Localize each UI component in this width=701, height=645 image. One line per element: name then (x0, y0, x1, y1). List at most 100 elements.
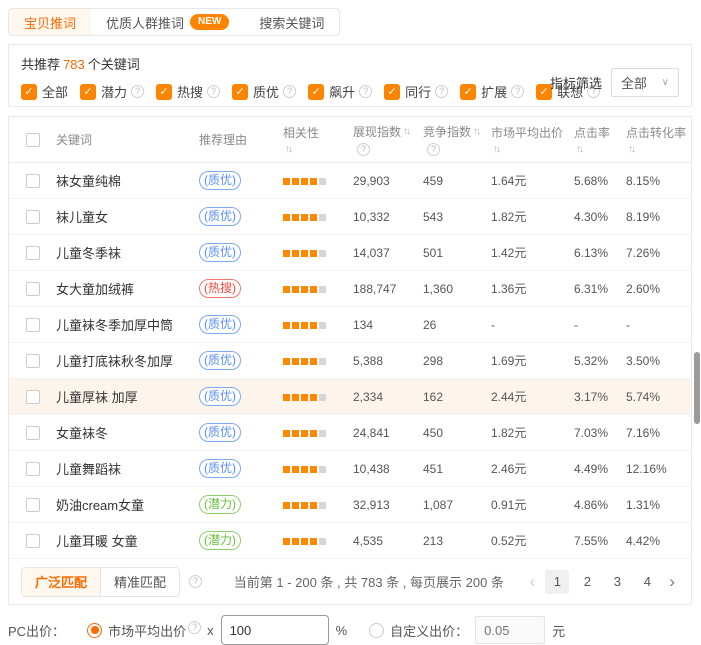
row-checkbox[interactable] (26, 426, 40, 440)
help-icon[interactable]: ? (511, 85, 524, 98)
page-number-3[interactable]: 3 (605, 570, 629, 594)
table-row-8[interactable]: 女童袜冬(质优)24,8414501.82元7.03%7.16% (9, 415, 691, 451)
column-header-avg-bid[interactable]: 市场平均出价↑↓ (491, 124, 574, 155)
filter-checkbox-item-3[interactable]: ✓热搜? (156, 82, 220, 101)
row-checkbox[interactable] (26, 210, 40, 224)
competition-cell: 1,360 (423, 282, 491, 296)
select-all-checkbox[interactable] (26, 133, 40, 147)
filter-checkbox-item-7[interactable]: ✓扩展? (460, 82, 524, 101)
table-header-row: 关键词推荐理由相关性↑↓展现指数↑↓?竞争指数↑↓?市场平均出价↑↓点击率↑↓点… (9, 117, 691, 163)
table-row-5[interactable]: 儿童袜冬季加厚中筒(质优)13426--- (9, 307, 691, 343)
row-checkbox[interactable] (26, 318, 40, 332)
sort-icon[interactable]: ↑↓ (493, 144, 574, 155)
impressions-cell: 32,913 (353, 498, 423, 512)
reason-badge: (质优) (199, 243, 241, 262)
relevance-bar (301, 250, 308, 257)
match-mode-help-icon[interactable]: ? (189, 575, 202, 588)
page-number-4[interactable]: 4 (635, 570, 659, 594)
table-row-7[interactable]: 儿童厚袜 加厚(质优)2,3341622.44元3.17%5.74% (9, 379, 691, 415)
row-checkbox[interactable] (26, 390, 40, 404)
metric-filter-select[interactable]: 全部 ∨ (611, 68, 679, 97)
market-avg-bid-radio[interactable] (87, 623, 102, 638)
custom-bid-input[interactable] (475, 616, 545, 644)
table-row-3[interactable]: 儿童冬季袜(质优)14,0375011.42元6.13%7.26% (9, 235, 691, 271)
custom-bid-radio[interactable] (369, 623, 384, 638)
help-icon[interactable]: ? (283, 85, 296, 98)
avg-bid-cell: 1.82元 (491, 424, 574, 441)
sort-icon[interactable]: ↑↓ (473, 126, 479, 137)
filter-checkbox-item-5[interactable]: ✓飙升? (308, 82, 372, 101)
page-number-2[interactable]: 2 (575, 570, 599, 594)
page-number-1[interactable]: 1 (545, 570, 569, 594)
relevance-bars-icon (283, 502, 326, 509)
help-icon[interactable]: ? (357, 143, 370, 156)
checked-checkbox-icon[interactable]: ✓ (460, 84, 476, 100)
competition-cell: 459 (423, 174, 491, 188)
checked-checkbox-icon[interactable]: ✓ (308, 84, 324, 100)
column-header-relevance[interactable]: 相关性↑↓ (283, 124, 353, 155)
table-row-9[interactable]: 儿童舞蹈袜(质优)10,4384512.46元4.49%12.16% (9, 451, 691, 487)
row-checkbox[interactable] (26, 354, 40, 368)
checked-checkbox-icon[interactable]: ✓ (156, 84, 172, 100)
sort-icon[interactable]: ↑↓ (285, 144, 353, 155)
competition-cell: 1,087 (423, 498, 491, 512)
match-mode-button-2[interactable]: 精准匹配 (100, 567, 180, 597)
reason-cell: (潜力) (199, 531, 283, 550)
avg-bid-cell: 1.64元 (491, 172, 574, 189)
reason-cell: (质优) (199, 423, 283, 442)
tab-2[interactable]: 优质人群推词NEW (91, 9, 244, 35)
row-checkbox-cell (9, 498, 56, 512)
filter-checkbox-item-1[interactable]: ✓全部 (21, 82, 68, 101)
column-header-competition[interactable]: 竞争指数↑↓? (423, 123, 491, 156)
next-page-icon[interactable]: › (665, 573, 679, 590)
market-avg-bid-help-icon[interactable]: ? (188, 621, 201, 634)
reason-badge: (潜力) (199, 531, 241, 550)
row-checkbox[interactable] (26, 282, 40, 296)
column-header-impressions[interactable]: 展现指数↑↓? (353, 123, 423, 156)
row-checkbox[interactable] (26, 498, 40, 512)
checked-checkbox-icon[interactable]: ✓ (232, 84, 248, 100)
bid-percent-input[interactable] (221, 615, 329, 645)
help-icon[interactable]: ? (435, 85, 448, 98)
scrollbar-thumb[interactable] (694, 352, 700, 424)
column-header-cvr[interactable]: 点击转化率↑↓ (626, 124, 691, 155)
filter-checkbox-item-2[interactable]: ✓潜力? (80, 82, 144, 101)
filter-checkbox-item-6[interactable]: ✓同行? (384, 82, 448, 101)
keyword-cell: 儿童舞蹈袜 (56, 459, 199, 478)
checked-checkbox-icon[interactable]: ✓ (80, 84, 96, 100)
help-icon[interactable]: ? (427, 143, 440, 156)
relevance-cell (283, 210, 353, 224)
help-icon[interactable]: ? (359, 85, 372, 98)
relevance-bar (310, 250, 317, 257)
tab-3[interactable]: 搜索关键词 (244, 9, 339, 35)
impressions-cell: 134 (353, 318, 423, 332)
row-checkbox[interactable] (26, 462, 40, 476)
help-icon[interactable]: ? (207, 85, 220, 98)
tab-1[interactable]: 宝贝推词 (9, 9, 91, 35)
table-row-1[interactable]: 袜女童纯棉(质优)29,9034591.64元5.68%8.15% (9, 163, 691, 199)
row-checkbox[interactable] (26, 174, 40, 188)
reason-badge: (质优) (199, 207, 241, 226)
help-icon[interactable]: ? (131, 85, 144, 98)
match-mode-button-1[interactable]: 广泛匹配 (21, 567, 101, 597)
filter-checkbox-item-4[interactable]: ✓质优? (232, 82, 296, 101)
column-header-ctr[interactable]: 点击率↑↓ (574, 124, 626, 155)
relevance-bar (283, 286, 290, 293)
summary-prefix: 共推荐 (21, 57, 60, 72)
table-row-6[interactable]: 儿童打底袜秋冬加厚(质优)5,3882981.69元5.32%3.50% (9, 343, 691, 379)
sort-icon[interactable]: ↑↓ (403, 126, 409, 137)
table-row-10[interactable]: 奶油cream女童(潜力)32,9131,0870.91元4.86%1.31% (9, 487, 691, 523)
reason-cell: (质优) (199, 171, 283, 190)
prev-page-icon[interactable]: ‹ (526, 573, 540, 590)
relevance-bar (292, 178, 299, 185)
sort-icon[interactable]: ↑↓ (576, 144, 626, 155)
table-row-2[interactable]: 袜儿童女(质优)10,3325431.82元4.30%8.19% (9, 199, 691, 235)
table-row-11[interactable]: 儿童耳暖 女童(潜力)4,5352130.52元7.55%4.42% (9, 523, 691, 559)
relevance-bars-icon (283, 322, 326, 329)
row-checkbox[interactable] (26, 246, 40, 260)
checked-checkbox-icon[interactable]: ✓ (21, 84, 37, 100)
table-row-4[interactable]: 女大童加绒裤(热搜)188,7471,3601.36元6.31%2.60% (9, 271, 691, 307)
sort-icon[interactable]: ↑↓ (628, 144, 691, 155)
row-checkbox[interactable] (26, 534, 40, 548)
checked-checkbox-icon[interactable]: ✓ (384, 84, 400, 100)
